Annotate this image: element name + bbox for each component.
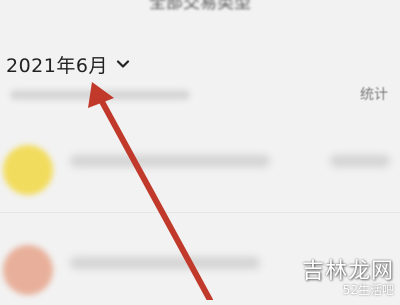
month-summary xyxy=(6,84,388,106)
list-item[interactable] xyxy=(0,135,400,205)
avatar xyxy=(3,245,53,295)
chevron-down-icon xyxy=(116,57,130,71)
item-amount xyxy=(330,155,390,167)
item-title xyxy=(70,155,270,167)
summary-text xyxy=(10,90,190,100)
item-title xyxy=(70,257,260,269)
avatar xyxy=(3,145,53,195)
stats-link[interactable]: 统计 xyxy=(360,84,388,104)
month-selector[interactable]: 2021年6月 xyxy=(6,50,130,78)
page-title: 全部交易类型 xyxy=(149,0,251,13)
watermark: 吉林龙网 52生活吧 xyxy=(274,253,394,298)
month-label: 2021年6月 xyxy=(6,54,108,77)
divider xyxy=(0,212,400,213)
